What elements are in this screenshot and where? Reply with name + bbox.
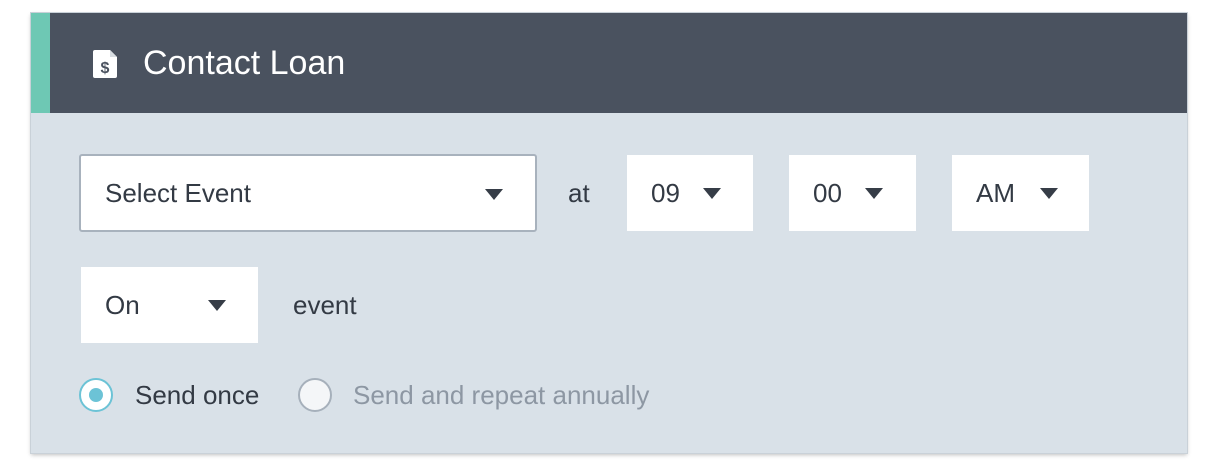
svg-text:$: $ <box>101 60 110 77</box>
radio-selected-dot <box>89 388 103 402</box>
send-once-label[interactable]: Send once <box>135 379 259 411</box>
caret-down-icon <box>208 300 226 311</box>
ampm-select[interactable]: AM <box>952 155 1089 231</box>
send-repeat-annually-radio[interactable] <box>298 378 332 412</box>
ampm-select-value: AM <box>976 178 1015 208</box>
caret-down-icon <box>485 189 503 200</box>
minute-select[interactable]: 00 <box>789 155 916 231</box>
event-select[interactable]: Select Event <box>79 154 537 232</box>
send-once-radio[interactable] <box>79 378 113 412</box>
caret-down-icon <box>1040 188 1058 199</box>
relation-select[interactable]: On <box>81 267 258 343</box>
relation-select-value: On <box>105 290 140 320</box>
hour-select-value: 09 <box>651 178 680 208</box>
caret-down-icon <box>703 188 721 199</box>
minute-select-value: 00 <box>813 178 842 208</box>
at-label: at <box>568 178 590 208</box>
send-repeat-annually-label[interactable]: Send and repeat annually <box>353 379 649 411</box>
contact-loan-card: $ Contact Loan Select Event at 09 00 AM … <box>31 13 1187 453</box>
header-accent-bar <box>31 13 50 113</box>
event-select-value: Select Event <box>105 178 251 208</box>
dollar-document-icon: $ <box>93 50 117 78</box>
card-header: $ Contact Loan <box>31 13 1187 113</box>
card-title: Contact Loan <box>143 44 346 82</box>
caret-down-icon <box>865 188 883 199</box>
hour-select[interactable]: 09 <box>627 155 753 231</box>
event-label: event <box>293 290 357 320</box>
